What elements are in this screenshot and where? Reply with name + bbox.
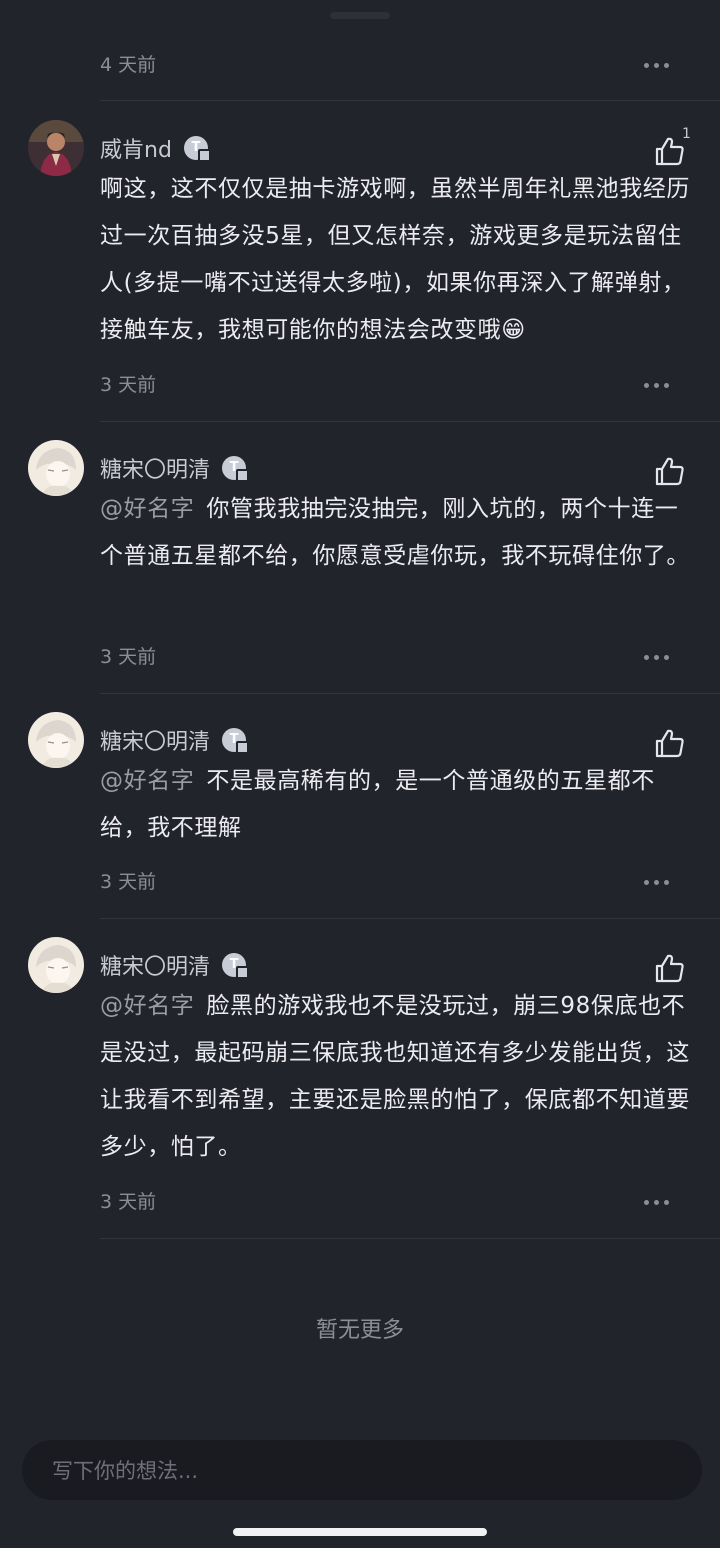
comment-time: 4 天前 — [100, 54, 157, 76]
home-indicator[interactable] — [233, 1528, 487, 1536]
thumbs-up-icon[interactable] — [652, 134, 686, 168]
more-icon[interactable] — [640, 370, 680, 400]
comment-text: @好名字 脸黑的游戏我也不是没玩过，崩三98保底也不是没过，最起码崩三保底我也知道… — [100, 983, 690, 1171]
avatar[interactable] — [28, 120, 84, 176]
thumbs-up-icon[interactable] — [652, 726, 686, 760]
comment-input[interactable] — [50, 1440, 674, 1502]
comment-meta: 3 天前 — [100, 370, 680, 400]
comment-time: 3 天前 — [100, 871, 157, 893]
comment-text: 啊这，这不仅仅是抽卡游戏啊，虽然半周年礼黑池我经历过一次百抽多没5星，但又怎样奈… — [100, 166, 690, 354]
divider — [100, 100, 720, 101]
author-name[interactable]: 威肯nd — [100, 132, 172, 164]
previous-comment-meta: 4 天前 — [100, 50, 680, 80]
author-row: 糖宋〇明清 — [100, 722, 250, 758]
mention-link[interactable]: @好名字 — [100, 993, 194, 1019]
mention-link[interactable]: @好名字 — [100, 496, 194, 522]
avatar[interactable] — [28, 440, 84, 496]
author-name[interactable]: 糖宋〇明清 — [100, 452, 210, 484]
author-name[interactable]: 糖宋〇明清 — [100, 724, 210, 756]
author-row: 威肯nd — [100, 130, 211, 166]
comment-time: 3 天前 — [100, 1191, 157, 1213]
divider — [100, 693, 720, 694]
author-row: 糖宋〇明清 — [100, 450, 250, 486]
comment-input-bar[interactable] — [22, 1440, 702, 1502]
divider — [100, 918, 720, 919]
author-name[interactable]: 糖宋〇明清 — [100, 949, 210, 981]
user-level-badge-icon — [222, 953, 250, 979]
comment-meta: 3 天前 — [100, 1187, 680, 1217]
comment-body: 啊这，这不仅仅是抽卡游戏啊，虽然半周年礼黑池我经历过一次百抽多没5星，但又怎样奈… — [100, 176, 690, 343]
avatar[interactable] — [28, 937, 84, 993]
drag-handle[interactable] — [330, 12, 390, 19]
mention-link[interactable]: @好名字 — [100, 768, 194, 794]
comment-text: @好名字 不是最高稀有的，是一个普通级的五星都不给，我不理解 — [100, 758, 690, 852]
more-icon[interactable] — [640, 642, 680, 672]
comment-time: 3 天前 — [100, 646, 157, 668]
thumbs-up-icon[interactable] — [652, 951, 686, 985]
divider — [100, 1238, 720, 1239]
user-level-badge-icon — [183, 136, 211, 162]
divider — [100, 421, 720, 422]
author-row: 糖宋〇明清 — [100, 947, 250, 983]
more-icon[interactable] — [640, 50, 680, 80]
avatar[interactable] — [28, 712, 84, 768]
user-level-badge-icon — [222, 456, 250, 482]
more-icon[interactable] — [640, 867, 680, 897]
more-icon[interactable] — [640, 1187, 680, 1217]
user-level-badge-icon — [222, 728, 250, 754]
comment-meta: 3 天前 — [100, 642, 680, 672]
no-more-text: 暂无更多 — [315, 1318, 404, 1343]
like-count: 1 — [682, 126, 691, 142]
comment-time: 3 天前 — [100, 374, 157, 396]
thumbs-up-icon[interactable] — [652, 454, 686, 488]
comment-text: @好名字 你管我我抽完没抽完，刚入坑的，两个十连一个普通五星都不给，你愿意受虐你玩… — [100, 486, 690, 580]
comment-meta: 3 天前 — [100, 867, 680, 897]
